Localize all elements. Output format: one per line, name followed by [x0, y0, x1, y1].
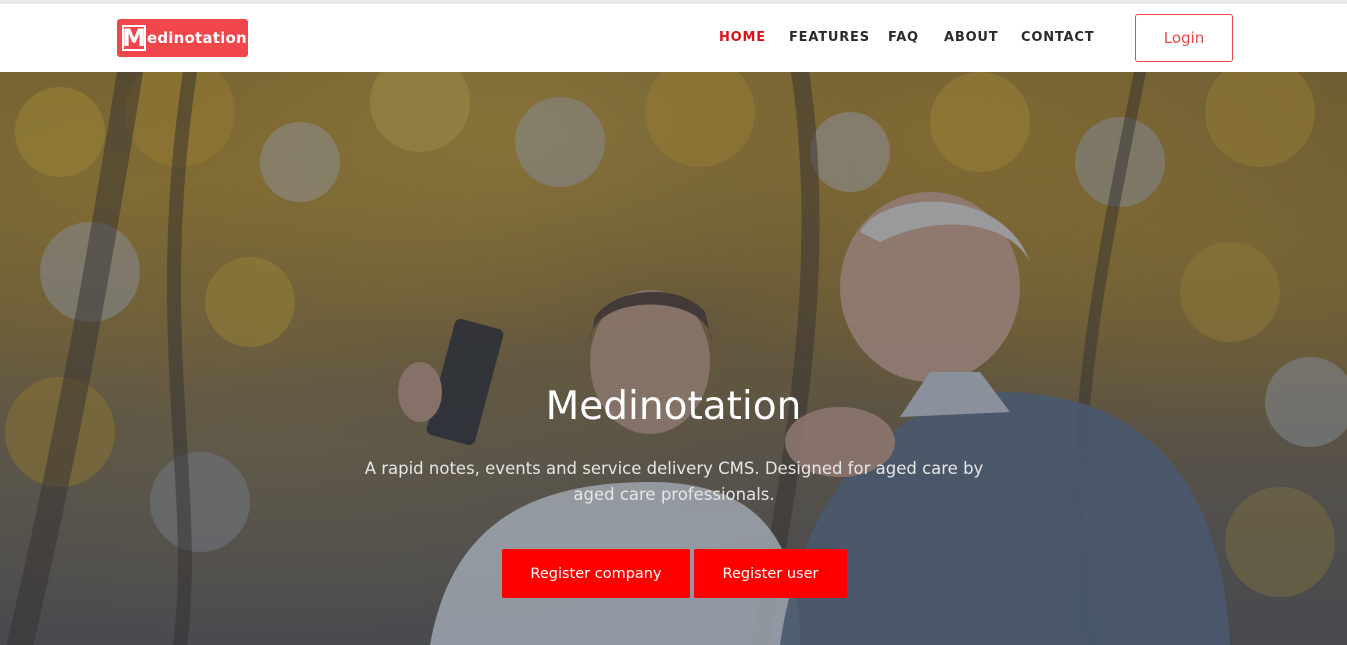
nav-features[interactable]: FEATURES: [789, 30, 870, 45]
nav-faq[interactable]: FAQ: [888, 30, 919, 45]
login-button[interactable]: Login: [1135, 14, 1233, 62]
hero-title: Medinotation: [545, 384, 802, 429]
hero-subtitle: A rapid notes, events and service delive…: [364, 459, 984, 504]
nav-about[interactable]: ABOUT: [944, 30, 998, 45]
register-user-button[interactable]: Register user: [694, 549, 847, 598]
navbar: M edinotation HOME FEATURES FAQ ABOUT CO…: [0, 4, 1347, 72]
nav-home[interactable]: HOME: [719, 30, 766, 45]
hero-section: Medinotation A rapid notes, events and s…: [0, 72, 1347, 645]
register-company-button[interactable]: Register company: [502, 549, 690, 598]
nav-contact[interactable]: CONTACT: [1021, 30, 1094, 45]
